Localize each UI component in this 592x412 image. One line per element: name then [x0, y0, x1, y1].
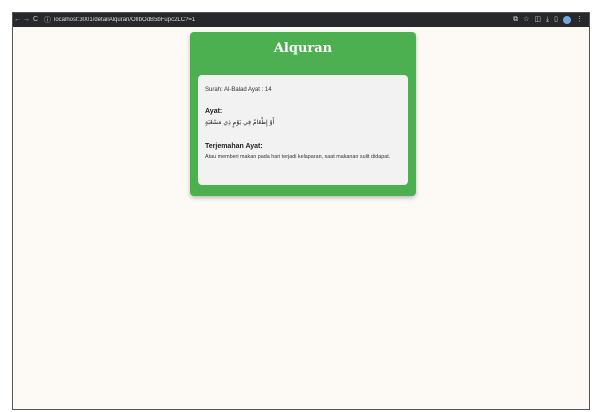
terjemahan-text: Atau memberi makan pada hari terjadi kel… — [205, 154, 391, 160]
ayat-label: Ayat: — [205, 108, 223, 115]
forward-icon[interactable]: → — [22, 13, 31, 27]
star-icon[interactable]: ☆ — [523, 13, 529, 27]
toolbar-actions: ⧉ ☆ ◫ ⤓ ▯ ⋮ — [513, 13, 583, 27]
ayat-panel: Surah: Al-Balad Ayat : 14 Ayat: أَوْ إِط… — [198, 75, 408, 185]
browser-window: ← → C ⓘ localhost:3001/detailAlquran/OlI… — [12, 12, 590, 410]
alquran-card: Alquran Surah: Al-Balad Ayat : 14 Ayat: … — [190, 32, 416, 196]
address-bar[interactable]: ⓘ localhost:3001/detailAlquran/OlIbOdB5b… — [44, 15, 498, 25]
profile-icon[interactable] — [563, 16, 571, 24]
install-icon[interactable]: ⧉ — [513, 13, 518, 27]
browser-toolbar: ← → C ⓘ localhost:3001/detailAlquran/OlI… — [13, 13, 589, 27]
menu-icon[interactable]: ⋮ — [576, 13, 583, 27]
sidebar-icon[interactable]: ▯ — [554, 13, 558, 27]
surah-info: Surah: Al-Balad Ayat : 14 — [205, 87, 272, 93]
reload-icon[interactable]: C — [31, 13, 40, 27]
card-title: Alquran — [273, 41, 333, 56]
page-content: Alquran Surah: Al-Balad Ayat : 14 Ayat: … — [13, 27, 589, 409]
back-icon[interactable]: ← — [13, 13, 22, 27]
terjemahan-label: Terjemahan Ayat: — [205, 143, 263, 150]
site-info-icon[interactable]: ⓘ — [44, 15, 51, 25]
extensions-icon[interactable]: ◫ — [534, 13, 541, 27]
download-icon[interactable]: ⤓ — [546, 13, 549, 27]
arabic-text: أَوْ إِطْعَامٌ فِي يَوْمٍ ذِي مَسْغَبَةٍ — [205, 119, 275, 126]
url-text[interactable]: localhost:3001/detailAlquran/OlIbOdB5bFu… — [54, 17, 195, 23]
